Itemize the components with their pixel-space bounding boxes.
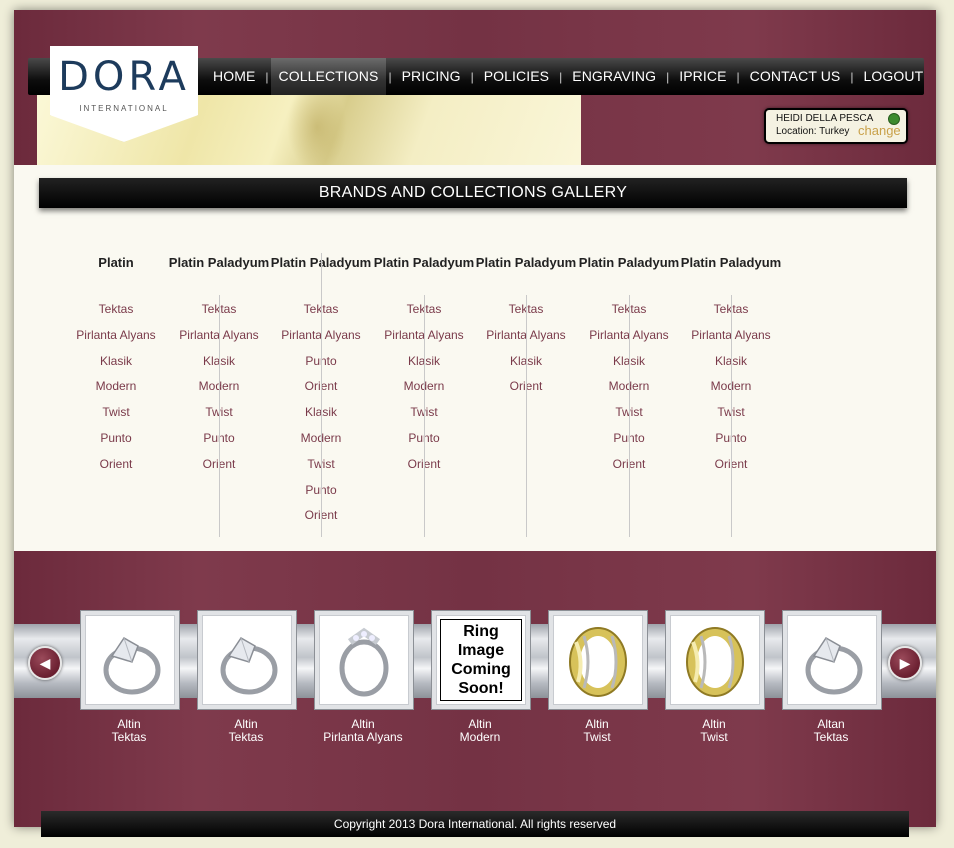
collection-link[interactable]: Orient	[65, 452, 167, 478]
collection-column-title: Platin Paladyum	[680, 255, 782, 270]
carousel-ring-thumbnail[interactable]	[548, 610, 648, 710]
caption-collection: Pirlanta Alyans	[323, 730, 403, 744]
nav-separator: |	[388, 69, 392, 84]
collection-link[interactable]: Pirlanta Alyans	[65, 323, 167, 349]
carousel-caption[interactable]: Altin Twist	[649, 718, 779, 744]
gallery-title: BRANDS AND COLLECTIONS GALLERY	[39, 178, 907, 208]
carousel-caption[interactable]: Altin Modern	[415, 718, 545, 744]
gallery-panel: BRANDS AND COLLECTIONS GALLERY Platin Tek…	[14, 165, 936, 551]
nav-separator: |	[736, 69, 740, 84]
nav-separator: |	[666, 69, 670, 84]
nav-engraving[interactable]: ENGRAVING	[564, 58, 664, 95]
user-info-box: HEIDI DELLA PESCA Location: Turkey chang…	[764, 108, 908, 144]
caption-collection: Twist	[583, 730, 611, 744]
nav-logout[interactable]: LOGOUT	[856, 58, 932, 95]
nav-separator: |	[559, 69, 563, 84]
carousel-caption[interactable]: Altan Tektas	[766, 718, 896, 744]
ring-image	[554, 616, 642, 704]
collection-column-title: Platin Paladyum	[475, 255, 577, 270]
ring-image	[86, 616, 174, 704]
collection-link[interactable]: Klasik	[65, 349, 167, 375]
main-nav: HOME | COLLECTIONS | PRICING | POLICIES | ENGRAV…	[205, 58, 931, 95]
collection-link[interactable]: Modern	[65, 374, 167, 400]
carousel-ring-thumbnail[interactable]	[782, 610, 882, 710]
carousel-caption[interactable]: Altin Tektas	[64, 718, 194, 744]
collection-link[interactable]: Tektas	[65, 297, 167, 323]
nav-collections[interactable]: COLLECTIONS	[270, 58, 387, 95]
nav-home[interactable]: HOME	[205, 58, 263, 95]
column-divider	[424, 295, 425, 537]
carousel-ring-thumbnail[interactable]	[80, 610, 180, 710]
carousel-caption[interactable]: Altin Twist	[532, 718, 662, 744]
carousel-ring-thumbnail[interactable]	[665, 610, 765, 710]
carousel-next-button[interactable]: ▶	[888, 646, 922, 680]
carousel-caption[interactable]: Altin Pirlanta Alyans	[298, 718, 428, 744]
carousel-caption[interactable]: Altin Tektas	[181, 718, 311, 744]
user-location: Location: Turkey	[776, 126, 850, 137]
collection-column-title: Platin Paladyum	[373, 255, 475, 270]
footer-copyright: Copyright 2013 Dora International. All r…	[41, 811, 909, 837]
collection-column: Platin Tektas Pirlanta Alyans Klasik Modern T…	[65, 255, 167, 478]
nav-separator: |	[470, 69, 474, 84]
nav-separator: |	[850, 69, 854, 84]
column-divider	[731, 295, 732, 537]
caption-collection: Tektas	[228, 730, 264, 744]
collection-column-title: Platin Paladyum	[578, 255, 680, 270]
carousel-prev-button[interactable]: ◀	[28, 646, 62, 680]
nav-iprice[interactable]: IPRICE	[671, 58, 734, 95]
column-divider	[526, 295, 527, 537]
caption-collection: Tektas	[813, 730, 849, 744]
ring-image	[320, 616, 408, 704]
collection-link[interactable]: Punto	[65, 426, 167, 452]
caption-collection: Twist	[700, 730, 728, 744]
ring-image	[788, 616, 876, 704]
change-location-link[interactable]: change	[858, 123, 901, 138]
ring-image	[671, 616, 759, 704]
column-divider	[219, 295, 220, 537]
logo-title: DORA	[58, 54, 190, 100]
ring-image	[203, 616, 291, 704]
carousel-ring-thumbnail[interactable]	[197, 610, 297, 710]
collection-column-title: Platin	[98, 255, 134, 270]
nav-contact-us[interactable]: CONTACT US	[742, 58, 849, 95]
collection-link[interactable]: Twist	[65, 400, 167, 426]
logo-subtitle: INTERNATIONAL	[79, 104, 169, 113]
ring-image: Ring Image Coming Soon!	[437, 616, 525, 704]
online-status-icon	[888, 113, 900, 125]
nav-policies[interactable]: POLICIES	[476, 58, 557, 95]
column-divider	[321, 253, 322, 537]
collection-column-title: Platin Paladyum	[168, 255, 270, 270]
nav-pricing[interactable]: PRICING	[394, 58, 469, 95]
column-divider	[629, 295, 630, 537]
carousel-ring-thumbnail[interactable]	[314, 610, 414, 710]
nav-separator: |	[265, 69, 269, 84]
caption-collection: Tektas	[111, 730, 147, 744]
caption-collection: Modern	[459, 730, 501, 744]
carousel-ring-thumbnail[interactable]: Ring Image Coming Soon!	[431, 610, 531, 710]
image-coming-soon-placeholder: Ring Image Coming Soon!	[440, 619, 522, 701]
